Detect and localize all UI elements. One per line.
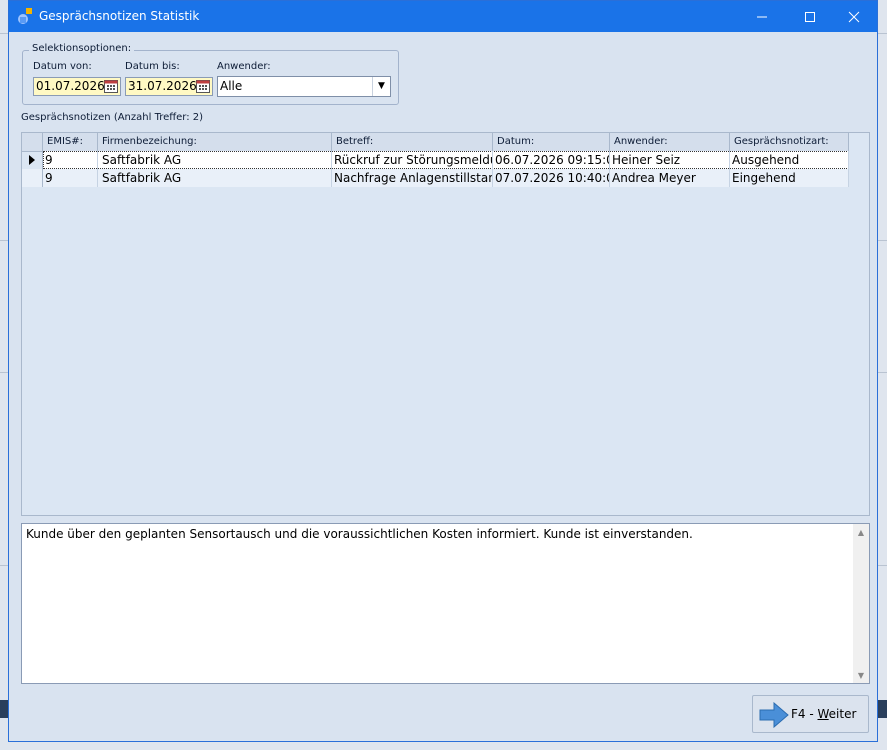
weiter-button[interactable]: F4 - Weiter xyxy=(752,695,869,733)
scroll-up-icon[interactable]: ▲ xyxy=(853,524,869,540)
cell-notizart: Ausgehend xyxy=(730,151,849,169)
window-title: Gesprächsnotizen Statistik xyxy=(39,9,200,23)
cell-datum: 07.07.2026 10:40:00 xyxy=(495,169,610,187)
datum-von-value: 01.07.2026 xyxy=(36,79,105,93)
anwender-label: Anwender: xyxy=(217,61,271,72)
row-indicator xyxy=(22,169,43,187)
column-header-notizart[interactable]: Gesprächsnotizart: xyxy=(730,133,849,151)
grid-caption: Gesprächsnotizen (Anzahl Treffer: 2) xyxy=(21,112,204,123)
cell-betreff: Rückruf zur Störungsmeldung xyxy=(332,151,493,169)
selection-options-legend: Selektionsoptionen: xyxy=(29,43,135,54)
selection-options-group: Selektionsoptionen: Datum von: 01.07.202… xyxy=(22,43,399,105)
datum-bis-field[interactable]: 31.07.2026 xyxy=(125,77,213,96)
arrow-right-icon xyxy=(759,702,789,728)
memo-scrollbar[interactable]: ▲ ▼ xyxy=(853,524,869,683)
column-header-datum[interactable]: Datum: xyxy=(493,133,610,151)
close-button[interactable] xyxy=(831,1,877,32)
calendar-icon[interactable] xyxy=(196,80,210,93)
datum-von-label: Datum von: xyxy=(33,61,92,72)
close-icon xyxy=(848,11,860,22)
note-text-area[interactable]: Kunde über den geplanten Sensortausch un… xyxy=(21,523,870,684)
note-text: Kunde über den geplanten Sensortausch un… xyxy=(26,527,693,541)
notes-grid: EMIS#: Firmenbezeichung: Betreff: Datum:… xyxy=(21,132,870,516)
grid-header: EMIS#: Firmenbezeichung: Betreff: Datum:… xyxy=(22,133,849,152)
header-indicator xyxy=(22,133,43,151)
scroll-down-icon[interactable]: ▼ xyxy=(853,667,869,683)
cell-anwender: Andrea Meyer xyxy=(610,169,730,187)
calendar-icon[interactable] xyxy=(104,80,118,93)
minimize-icon xyxy=(757,16,767,17)
cell-datum: 06.07.2026 09:15:00 xyxy=(495,151,610,169)
cell-betreff: Nachfrage Anlagenstillstand xyxy=(334,169,493,187)
anwender-select[interactable]: Alle ▼ xyxy=(217,76,391,97)
maximize-icon xyxy=(805,11,815,22)
table-row[interactable]: 9 Saftfabrik AG Rückruf zur Störungsmeld… xyxy=(22,151,849,169)
cell-firma: Saftfabrik AG xyxy=(98,169,332,187)
cell-emis: 9 xyxy=(43,169,98,187)
maximize-button[interactable] xyxy=(787,1,833,32)
dialog-window: Gesprächsnotizen Statistik Selektionsopt… xyxy=(8,0,878,742)
current-row-arrow-icon xyxy=(29,155,35,165)
table-row[interactable]: 9 Saftfabrik AG Nachfrage Anlagenstillst… xyxy=(22,169,849,187)
anwender-value: Alle xyxy=(220,79,243,93)
column-header-firma[interactable]: Firmenbezeichung: xyxy=(98,133,332,151)
cell-notizart: Eingehend xyxy=(730,169,849,187)
datum-von-field[interactable]: 01.07.2026 xyxy=(33,77,121,96)
row-indicator xyxy=(22,151,43,169)
weiter-button-label: F4 - Weiter xyxy=(791,707,857,721)
cell-emis: 9 xyxy=(43,151,98,169)
title-bar[interactable]: Gesprächsnotizen Statistik xyxy=(9,1,877,32)
cell-firma: Saftfabrik AG xyxy=(98,151,332,169)
dropdown-arrow-icon[interactable]: ▼ xyxy=(372,77,390,96)
minimize-button[interactable] xyxy=(739,1,785,32)
datum-bis-label: Datum bis: xyxy=(125,61,180,72)
app-icon xyxy=(18,8,32,24)
datum-bis-value: 31.07.2026 xyxy=(128,79,197,93)
column-header-emis[interactable]: EMIS#: xyxy=(43,133,98,151)
column-header-betreff[interactable]: Betreff: xyxy=(332,133,493,151)
cell-anwender: Heiner Seiz xyxy=(610,151,730,169)
column-header-anwender[interactable]: Anwender: xyxy=(610,133,730,151)
